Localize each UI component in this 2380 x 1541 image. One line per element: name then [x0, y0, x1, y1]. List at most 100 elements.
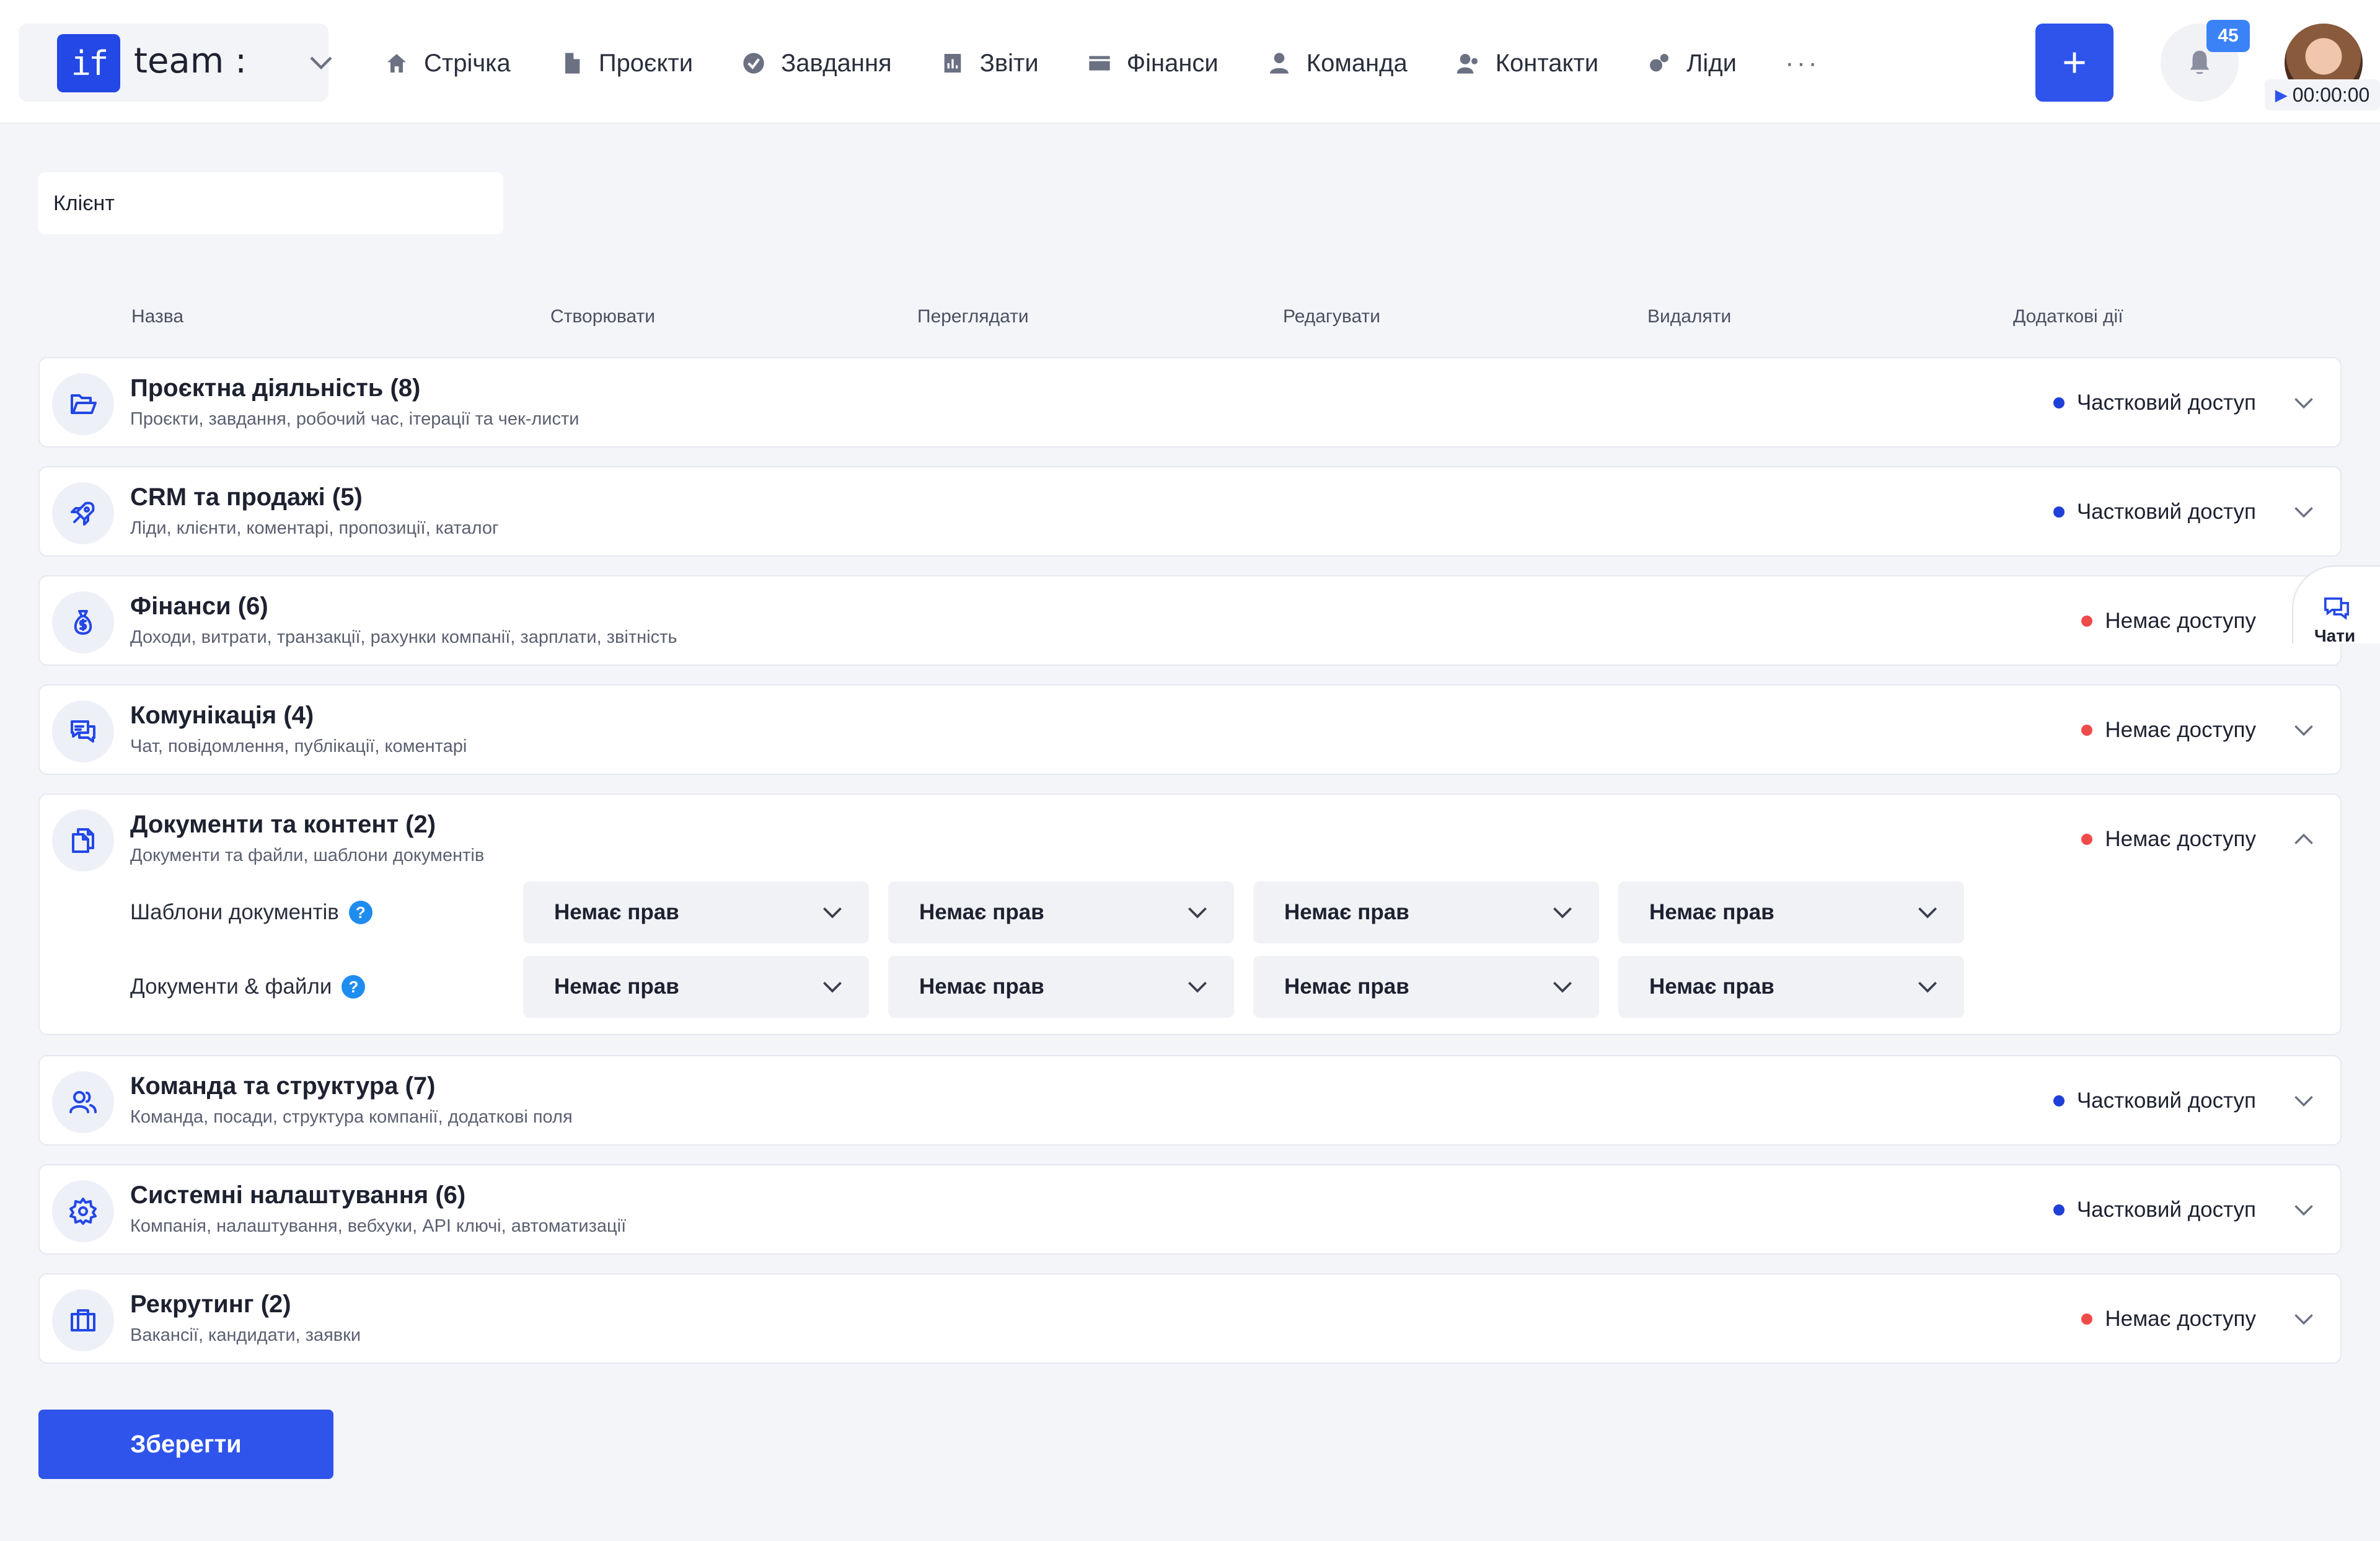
- chats-button[interactable]: Чати: [2292, 565, 2380, 643]
- chevron-down-icon: [310, 56, 332, 70]
- create-permission-select[interactable]: Немає прав: [523, 956, 869, 1018]
- view-permission-select[interactable]: Немає прав: [888, 956, 1234, 1018]
- nav-item-contacts[interactable]: Контакти: [1456, 40, 1598, 87]
- chevron-down-icon: [1553, 907, 1572, 919]
- add-button[interactable]: [2035, 24, 2113, 102]
- status-dot: [2053, 1204, 2065, 1216]
- notifications-badge: 45: [2206, 20, 2250, 52]
- home-icon: [387, 54, 406, 73]
- permission-section-communication[interactable]: Комунікація (4) Чат, повідомлення, публі…: [38, 684, 2342, 775]
- status-dot: [2081, 725, 2093, 736]
- status-dot: [2081, 1314, 2093, 1325]
- rocket-icon: [71, 501, 95, 526]
- status-label: Частковий доступ: [2076, 1088, 2256, 1113]
- money-bag-icon: [74, 610, 92, 635]
- status-dot: [2053, 506, 2065, 518]
- nav-item-projects[interactable]: Проєкти: [559, 40, 693, 87]
- select-value: Немає прав: [554, 974, 679, 999]
- chat-bubbles-icon: [71, 720, 95, 743]
- nav-item-label: Контакти: [1495, 49, 1599, 77]
- permission-section-crm[interactable]: CRM та продажі (5) Ліди, клієнти, комент…: [38, 466, 2342, 557]
- access-status: Немає доступу: [2081, 718, 2256, 743]
- section-title: Рекрутинг (2): [130, 1291, 291, 1318]
- section-subtitle: Ліди, клієнти, коментарі, пропозиції, ка…: [130, 518, 499, 538]
- nav-item-finance[interactable]: Фінанси: [1087, 40, 1219, 87]
- permission-section-documents[interactable]: Документи та контент (2) Документи та фа…: [38, 793, 2342, 1035]
- permission-row-name: Документи & файли: [130, 974, 332, 999]
- nav-item-leads[interactable]: Ліди: [1647, 40, 1737, 87]
- status-label: Частковий доступ: [2076, 500, 2256, 524]
- permission-section-team[interactable]: Команда та структура (7) Команда, посади…: [38, 1055, 2342, 1146]
- nav-item-label: Фінанси: [1126, 49, 1219, 77]
- chevron-up-icon[interactable]: [2293, 832, 2314, 847]
- chat-icon: [2324, 597, 2349, 620]
- nav-item-team[interactable]: Команда: [1267, 40, 1408, 87]
- column-header-edit: Редагувати: [1283, 306, 1380, 327]
- column-header-view: Переглядати: [917, 306, 1029, 327]
- workspace-logo: if: [57, 34, 120, 92]
- chevron-down-icon[interactable]: [2293, 505, 2314, 519]
- access-status: Частковий доступ: [2053, 391, 2256, 415]
- workspace-switcher[interactable]: if team :: [19, 24, 332, 102]
- workspace-name: team :: [134, 41, 247, 81]
- chevron-down-icon: [1918, 981, 1937, 993]
- status-label: Частковий доступ: [2076, 1198, 2256, 1222]
- role-name-input[interactable]: [38, 172, 503, 234]
- permission-section-system-settings[interactable]: Системні налаштування (6) Компанія, нала…: [38, 1164, 2342, 1255]
- save-button[interactable]: Зберегти: [38, 1410, 333, 1479]
- status-dot: [2081, 616, 2093, 627]
- section-title: CRM та продажі (5): [130, 483, 363, 511]
- briefcase-icon: [71, 1309, 95, 1331]
- permission-section-finance[interactable]: Фінанси (6) Доходи, витрати, транзакції,…: [38, 575, 2342, 666]
- chevron-down-icon[interactable]: [2293, 723, 2314, 738]
- status-label: Немає доступу: [2105, 609, 2256, 633]
- status-dot: [2053, 397, 2065, 408]
- section-subtitle: Документи та файли, шаблони документів: [130, 846, 485, 865]
- time-tracker[interactable]: ▶ 00:00:00: [2265, 79, 2380, 110]
- section-title: Фінанси (6): [130, 593, 268, 620]
- create-permission-select[interactable]: Немає прав: [523, 881, 869, 943]
- edit-permission-select[interactable]: Немає прав: [1253, 881, 1599, 943]
- column-header-delete: Видаляти: [1647, 306, 1732, 327]
- edit-permission-select[interactable]: Немає прав: [1253, 956, 1599, 1018]
- access-status: Немає доступу: [2081, 1307, 2256, 1331]
- nav-item-label: Стрічка: [424, 49, 511, 77]
- access-status: Немає доступу: [2081, 609, 2256, 634]
- select-value: Немає прав: [1649, 900, 1774, 924]
- chevron-down-icon[interactable]: [2293, 1203, 2314, 1217]
- nav-item-label: Команда: [1306, 49, 1408, 77]
- select-value: Немає прав: [919, 900, 1044, 924]
- delete-permission-select[interactable]: Немає прав: [1618, 881, 1964, 943]
- play-icon: ▶: [2275, 85, 2288, 104]
- column-header-name: Назва: [131, 306, 184, 327]
- status-label: Немає доступу: [2105, 718, 2256, 742]
- wallet-icon: [1089, 56, 1110, 71]
- nav-item-feed[interactable]: Стрічка: [384, 40, 511, 87]
- status-label: Немає доступу: [2105, 827, 2256, 851]
- chevron-down-icon[interactable]: [2293, 1093, 2314, 1108]
- section-title: Документи та контент (2): [130, 811, 436, 838]
- chevron-down-icon: [823, 981, 842, 993]
- help-icon[interactable]: ?: [342, 975, 366, 999]
- nav-item-tasks[interactable]: Завдання: [741, 40, 892, 87]
- chevron-down-icon[interactable]: [2293, 1312, 2314, 1327]
- status-label: Немає доступу: [2105, 1307, 2256, 1331]
- nav-more-button[interactable]: ···: [1785, 48, 1820, 79]
- select-value: Немає прав: [1649, 974, 1774, 999]
- chevron-down-icon[interactable]: [2293, 395, 2314, 410]
- select-value: Немає прав: [1284, 900, 1409, 924]
- access-status: Частковий доступ: [2053, 500, 2256, 524]
- help-icon[interactable]: ?: [348, 901, 372, 924]
- access-status: Частковий доступ: [2053, 1198, 2256, 1222]
- report-icon: [944, 54, 961, 73]
- chats-label: Чати: [2314, 626, 2356, 643]
- access-status: Немає доступу: [2081, 827, 2256, 852]
- section-subtitle: Проєкти, завдання, робочий час, ітерації…: [130, 409, 580, 429]
- view-permission-select[interactable]: Немає прав: [888, 881, 1234, 943]
- delete-permission-select[interactable]: Немає прав: [1618, 956, 1964, 1018]
- plus-icon: [2064, 52, 2085, 73]
- permission-section-projects[interactable]: Проєктна діяльність (8) Проєкти, завданн…: [38, 357, 2342, 448]
- nav-item-reports[interactable]: Звіти: [940, 40, 1039, 87]
- permission-section-recruiting[interactable]: Рекрутинг (2) Вакансії, кандидати, заявк…: [38, 1273, 2342, 1364]
- column-header-create: Створювати: [550, 306, 655, 327]
